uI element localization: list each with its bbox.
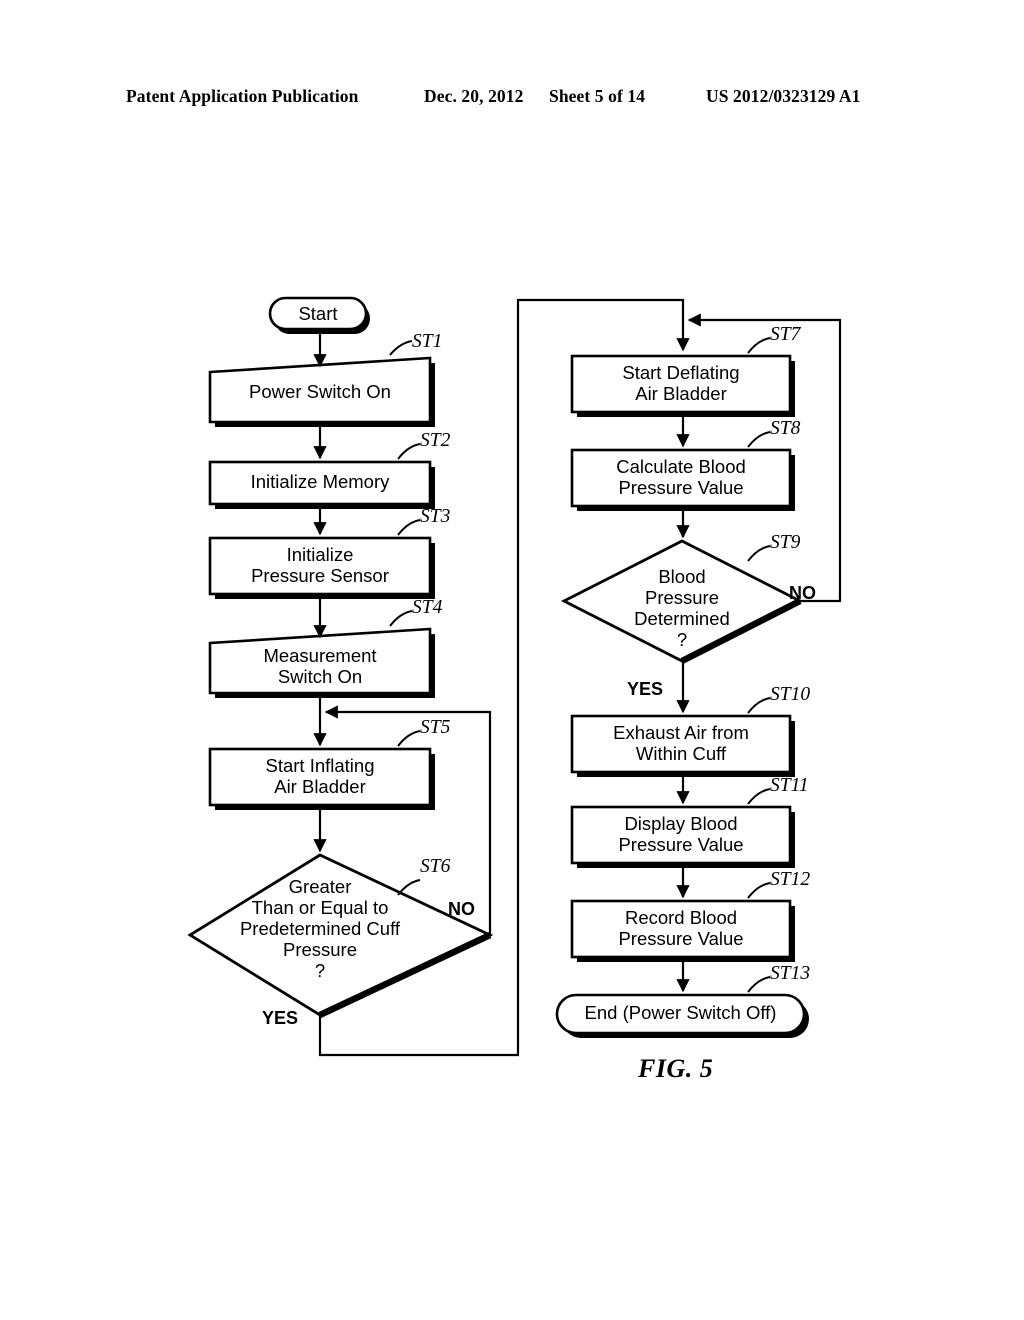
branch-label-st6-yes: YES (262, 1008, 299, 1028)
step-tag-st11: ST11 (770, 775, 809, 796)
step-tag-st1: ST1 (412, 331, 443, 352)
step-tag-st7: ST7 (770, 324, 801, 345)
node-st7-shape (570, 354, 795, 417)
step-tag-st6: ST6 (420, 856, 451, 877)
step-tag-st12: ST12 (770, 869, 811, 890)
leader-st5 (397, 730, 421, 747)
figure-5-flowchart: Start Power Switch On Initialize Memory … (0, 0, 1024, 1320)
node-st11-shape (570, 805, 795, 868)
step-tag-st8: ST8 (770, 418, 801, 439)
step-tag-st5: ST5 (420, 717, 451, 738)
step-tag-st9: ST9 (770, 532, 801, 553)
node-st13-shape (555, 993, 809, 1038)
node-start-shape (268, 296, 370, 334)
flowchart-graphics (187, 296, 842, 1057)
leader-st12 (747, 882, 771, 899)
branch-label-st9-no: NO (789, 583, 816, 603)
leader-st10 (747, 697, 771, 714)
node-st2-shape (208, 460, 435, 509)
node-st4-shape (208, 627, 435, 698)
branch-label-st6-no: NO (448, 899, 475, 919)
leader-st7 (747, 337, 771, 354)
branch-label-st9-yes: YES (627, 679, 664, 699)
leader-st3 (397, 519, 421, 536)
step-tag-st2: ST2 (420, 430, 451, 451)
step-tag-st4: ST4 (412, 597, 443, 618)
step-tag-st10: ST10 (770, 684, 811, 705)
node-st3-shape (208, 536, 435, 599)
leader-st9 (747, 545, 771, 562)
leader-st11 (747, 788, 771, 805)
leader-st8 (747, 431, 771, 448)
step-tag-st13: ST13 (770, 963, 811, 984)
node-st9-shape (560, 539, 804, 664)
node-st12-shape (570, 899, 795, 962)
node-st5-shape (208, 747, 435, 810)
node-st10-shape (570, 714, 795, 777)
node-st6-shape (187, 853, 494, 1018)
node-st1-shape (208, 356, 435, 427)
step-tag-st3: ST3 (420, 506, 451, 527)
leader-st13 (747, 976, 771, 993)
leader-st2 (397, 443, 421, 460)
node-st8-shape (570, 448, 795, 511)
leader-st1 (389, 340, 413, 356)
leader-st4 (389, 610, 413, 627)
figure-caption: FIG. 5 (638, 1054, 714, 1083)
